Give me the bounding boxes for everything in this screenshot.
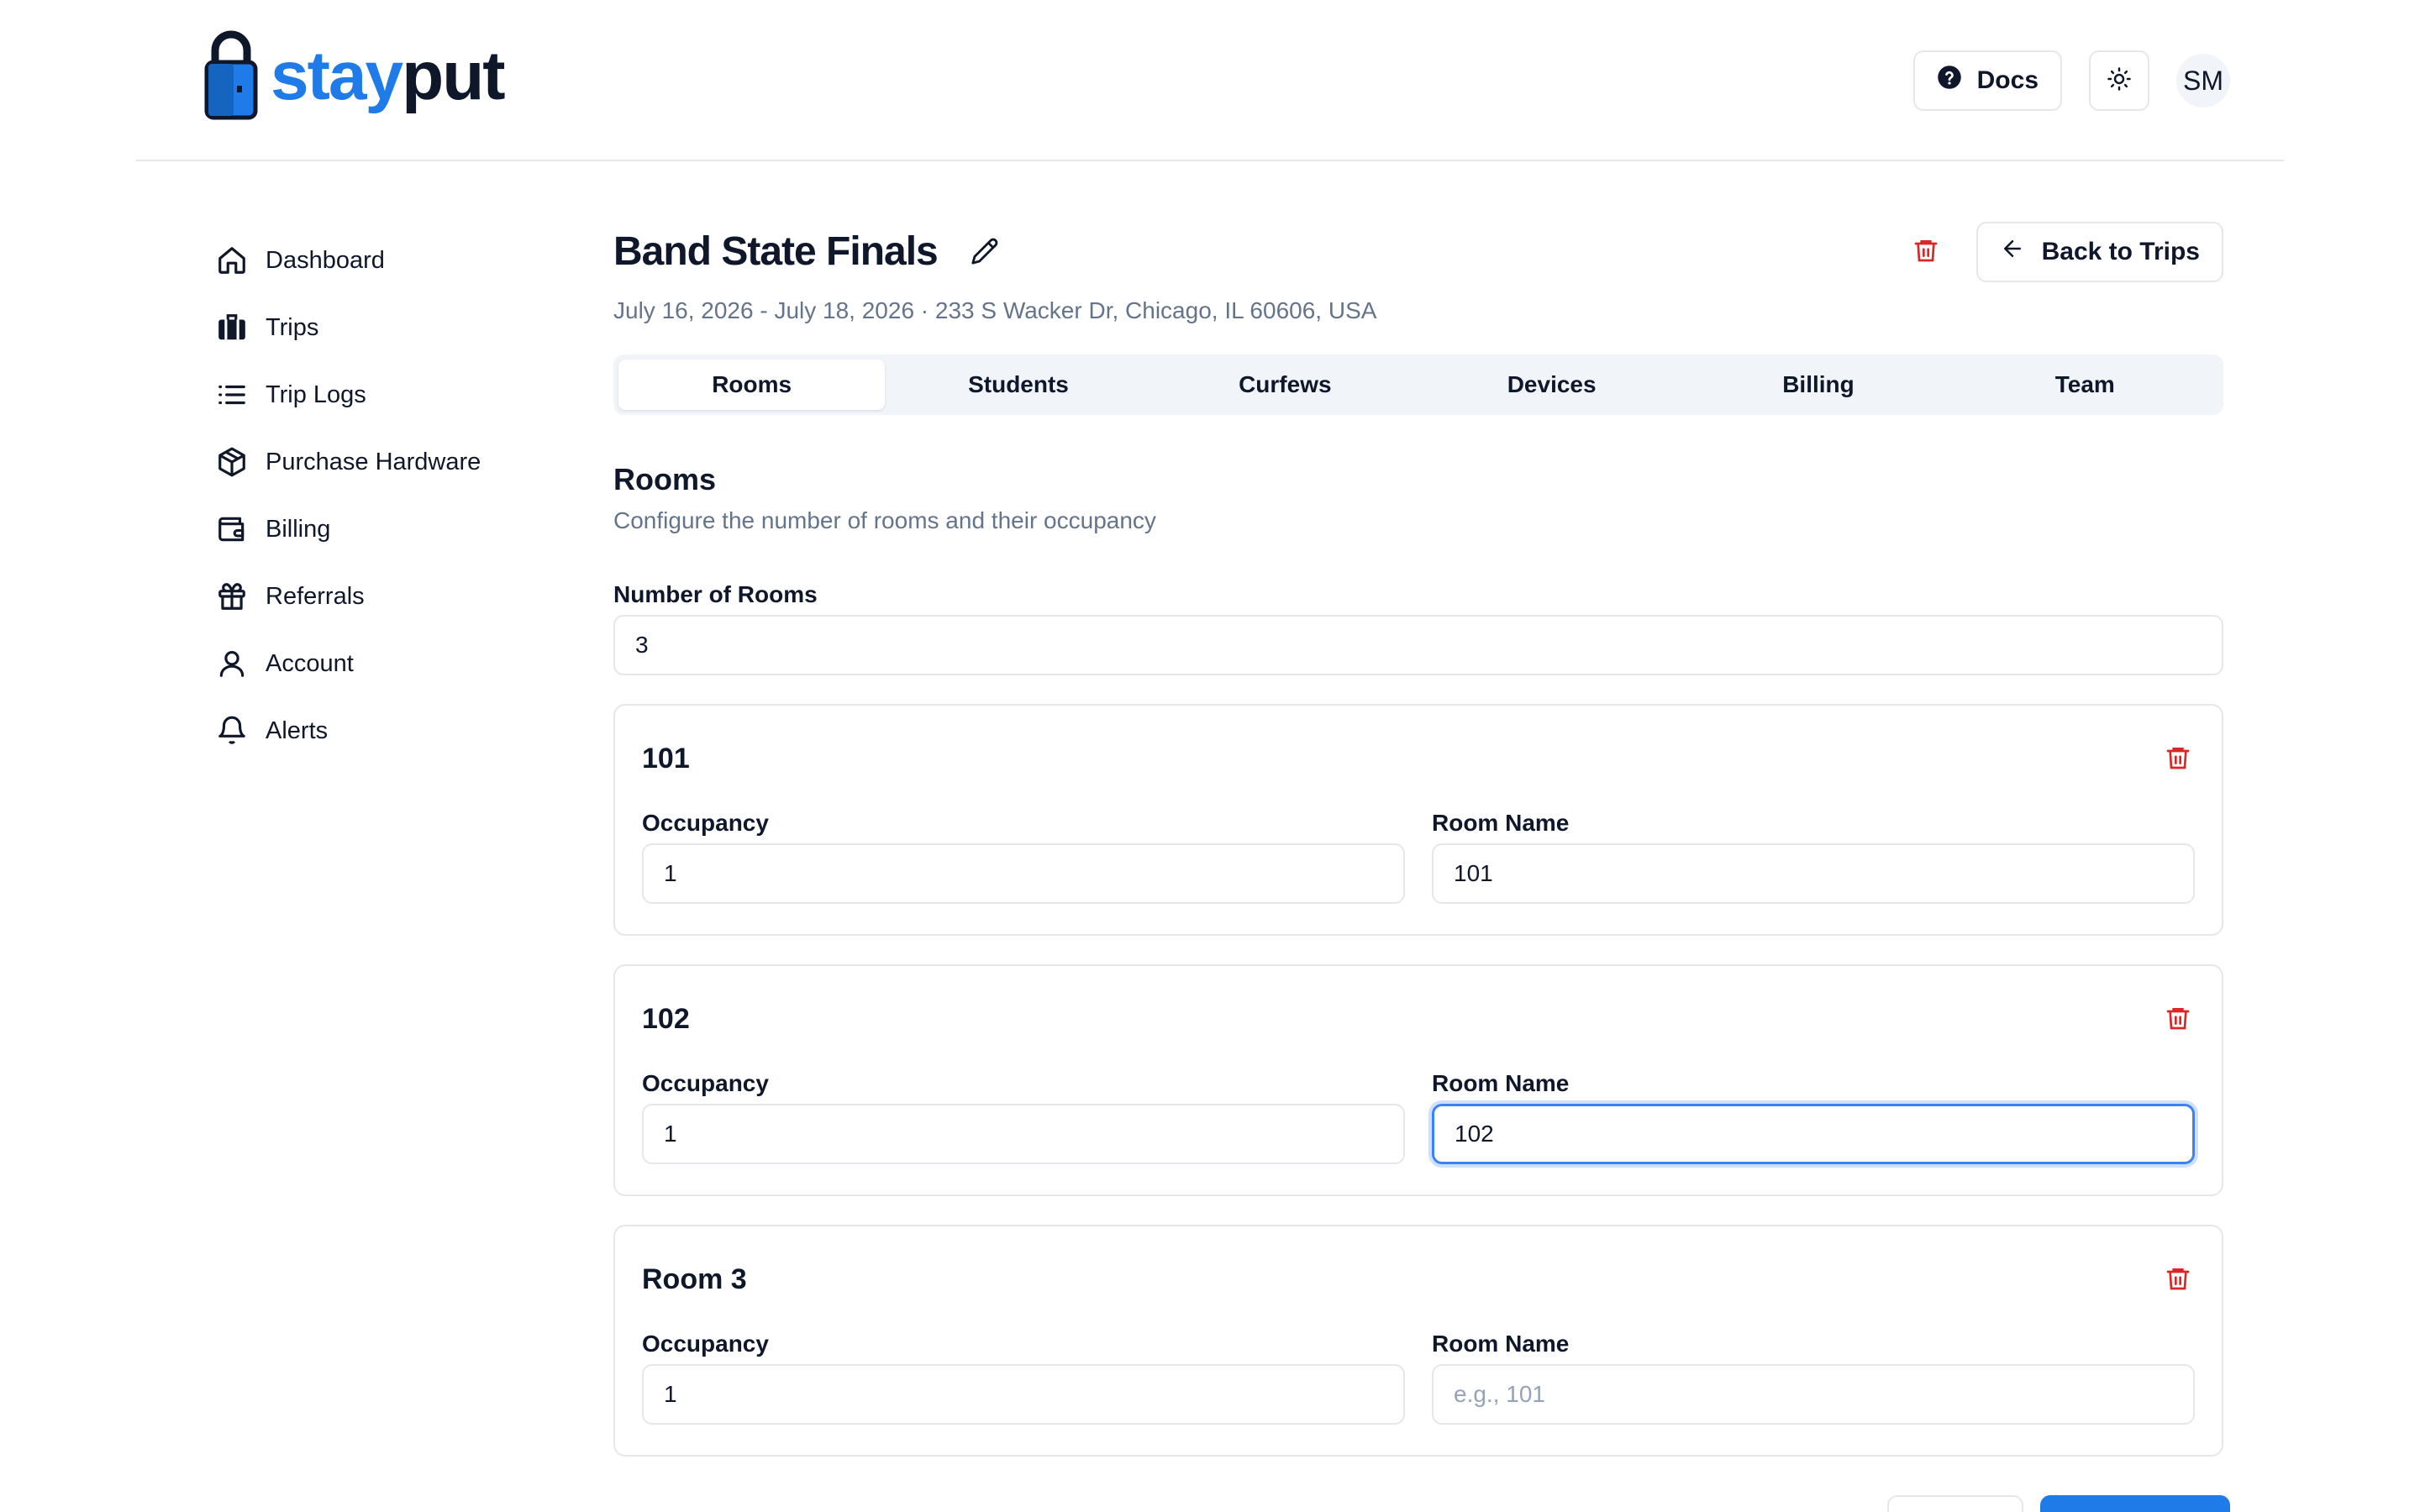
room-fields: Occupancy 1 Room Name 101 [642,810,2195,904]
tab-rooms[interactable]: Rooms [618,360,886,410]
tab-students[interactable]: Students [885,360,1151,410]
trash-icon [1912,237,1939,268]
room-title: 101 [642,743,690,774]
sidebar-item-trip-logs[interactable]: Trip Logs [215,361,534,428]
sidebar-item-label: Purchase Hardware [266,448,481,475]
number-of-rooms-label: Number of Rooms [613,581,818,607]
room-name-input[interactable]: 102 [1432,1104,2195,1164]
sidebar-item-account[interactable]: Account [215,630,534,697]
occupancy-field: Occupancy 1 [642,1070,1405,1164]
form-footer-actions [1887,1495,2230,1512]
sidebar-item-dashboard[interactable]: Dashboard [215,227,534,294]
sidebar-item-label: Billing [266,515,331,543]
room-fields: Occupancy 1 Room Name e.g., 101 [642,1331,2195,1425]
sidebar-item-label: Account [266,649,354,677]
room-card: 101 Occupancy 1 Room Name 101 [613,704,2223,936]
room-card: Room 3 Occupancy 1 Room Name e.g., 101 [613,1225,2223,1457]
main-content: Band State Finals Back to Trips July 16,… [613,222,2223,1457]
title-row: Band State Finals Back to Trips [613,222,2223,282]
tab-billing[interactable]: Billing [1685,360,1951,410]
trash-icon [2165,744,2191,775]
pencil-icon[interactable] [968,234,1002,268]
user-icon [215,647,249,680]
help-circle-icon [1937,65,1962,97]
theme-toggle-button[interactable] [2089,50,2149,111]
package-icon [215,445,249,479]
trash-icon [2165,1265,2191,1296]
top-header: stayput Docs SM [136,0,2284,161]
delete-room-button[interactable] [2161,1263,2195,1297]
brand-name: stayput [271,37,506,114]
occupancy-input[interactable]: 1 [642,843,1405,904]
docs-label: Docs [1976,66,2039,94]
room-name-label: Room Name [1432,1070,1570,1096]
room-title: 102 [642,1003,690,1035]
tab-team[interactable]: Team [1952,360,2218,410]
sidebar-item-label: Trips [266,313,319,341]
sidebar-item-label: Dashboard [266,246,385,274]
sun-icon [2107,66,2132,96]
home-icon [215,244,249,277]
trip-tabs: Rooms Students Curfews Devices Billing T… [613,354,2223,415]
padlock-logo-icon [203,27,259,125]
occupancy-label: Occupancy [642,1070,769,1096]
wallet-icon [215,512,249,546]
room-name-input[interactable]: e.g., 101 [1432,1364,2195,1425]
room-fields: Occupancy 1 Room Name 102 [642,1070,2195,1164]
room-name-field: Room Name 102 [1432,1070,2195,1164]
save-button[interactable] [2040,1495,2230,1512]
section-title: Rooms [613,462,717,496]
luggage-icon [215,311,249,344]
docs-button[interactable]: Docs [1912,50,2062,111]
sidebar-item-label: Alerts [266,717,329,744]
room-name-input[interactable]: 101 [1432,843,2195,904]
back-to-trips-button[interactable]: Back to Trips [1975,222,2223,282]
room-card: 102 Occupancy 1 Room Name 102 [613,964,2223,1196]
section-description: Configure the number of rooms and their … [613,507,1156,533]
sidebar-item-label: Trip Logs [266,381,366,408]
tab-devices[interactable]: Devices [1418,360,1685,410]
delete-room-button[interactable] [2161,743,2195,776]
back-label: Back to Trips [2041,238,2200,265]
trip-subtitle: July 16, 2026 - July 18, 2026 · 233 S Wa… [613,297,1377,323]
page-title: Band State Finals [613,228,939,274]
logo[interactable]: stayput [203,27,506,125]
delete-trip-button[interactable] [1896,222,1956,282]
tab-curfews[interactable]: Curfews [1152,360,1418,410]
title-actions: Back to Trips [1896,222,2223,282]
occupancy-label: Occupancy [642,1331,769,1357]
room-name-label: Room Name [1432,810,1570,836]
occupancy-label: Occupancy [642,810,769,836]
room-name-label: Room Name [1432,1331,1570,1357]
list-icon [215,378,249,412]
room-title: Room 3 [642,1263,747,1295]
occupancy-field: Occupancy 1 [642,810,1405,904]
sidebar-item-billing[interactable]: Billing [215,496,534,563]
occupancy-field: Occupancy 1 [642,1331,1405,1425]
gift-icon [215,580,249,613]
sidebar-item-label: Referrals [266,582,365,610]
sidebar-nav: Dashboard Trips Trip Logs Purchase Hardw… [215,227,534,764]
sidebar-item-trips[interactable]: Trips [215,294,534,361]
bell-icon [215,714,249,748]
trash-icon [2165,1005,2191,1036]
sidebar-item-alerts[interactable]: Alerts [215,697,534,764]
number-of-rooms-input[interactable]: 3 [613,615,2223,675]
sidebar-item-referrals[interactable]: Referrals [215,563,534,630]
room-name-field: Room Name 101 [1432,810,2195,904]
avatar[interactable]: SM [2176,54,2230,108]
occupancy-input[interactable]: 1 [642,1364,1405,1425]
cancel-button[interactable] [1887,1495,2023,1512]
room-name-field: Room Name e.g., 101 [1432,1331,2195,1425]
occupancy-input[interactable]: 1 [642,1104,1405,1164]
delete-room-button[interactable] [2161,1003,2195,1037]
arrow-left-icon [2000,236,2025,268]
header-actions: Docs SM [1912,50,2230,111]
sidebar-item-purchase-hardware[interactable]: Purchase Hardware [215,428,534,496]
